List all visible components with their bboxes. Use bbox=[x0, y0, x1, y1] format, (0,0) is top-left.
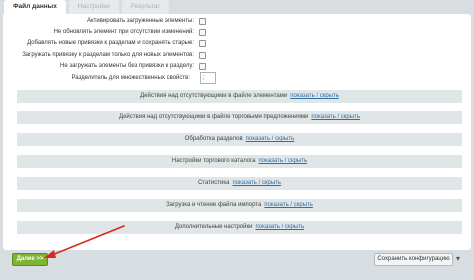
section-title: Дополнительные настройки bbox=[174, 224, 253, 230]
skip-unchanged-checkbox[interactable] bbox=[199, 29, 206, 36]
tab-result[interactable]: Результат bbox=[121, 0, 170, 14]
links-new-only-checkbox[interactable] bbox=[199, 52, 206, 59]
option-label: Активировать загруженные элементы: bbox=[86, 18, 194, 24]
section-title: Загрузка и чтение файла импорта bbox=[166, 202, 262, 208]
toggle-link[interactable]: показать / скрыть bbox=[246, 136, 295, 142]
option-label: Загружать привязку к разделам только для… bbox=[22, 52, 194, 58]
separator-label: Разделитель для множественных свойств: bbox=[71, 75, 191, 81]
save-config-button[interactable]: Сохранить конфигурацию bbox=[374, 253, 453, 266]
separator-input[interactable]: ; bbox=[200, 72, 216, 84]
skip-no-section-checkbox[interactable] bbox=[199, 63, 206, 70]
section-title: Обработка разделов bbox=[184, 136, 243, 142]
toggle-link[interactable]: показать / скрыть bbox=[290, 93, 339, 99]
toggle-link[interactable]: показать / скрыть bbox=[264, 202, 313, 208]
section-title: Действия над отсутствующими в файле элем… bbox=[140, 93, 288, 99]
section-title: Настройки торгового каталога bbox=[171, 158, 256, 164]
toggle-link[interactable]: показать / скрыть bbox=[259, 158, 308, 164]
option-add-section-links: Добавлять новые привязки к разделам и со… bbox=[3, 38, 207, 48]
section-statistics: Статистика показать / скрыть bbox=[17, 177, 462, 190]
add-section-links-checkbox[interactable] bbox=[199, 40, 206, 47]
section-missing-offers: Действия над отсутствующими в файле торг… bbox=[17, 111, 462, 124]
tab-bar: Файл данных Настройки Результат bbox=[4, 0, 172, 14]
option-links-new-only: Загружать привязку к разделам только для… bbox=[3, 50, 207, 60]
separator-row: Разделитель для множественных свойств: ; bbox=[3, 72, 216, 84]
footer-bar: Далее >> Сохранить конфигурацию ▾ bbox=[0, 250, 474, 280]
chevron-down-icon[interactable]: ▾ bbox=[456, 255, 460, 263]
section-title: Действия над отсутствующими в файле торг… bbox=[119, 114, 309, 120]
section-catalog-settings: Настройки торгового каталога показать / с… bbox=[17, 155, 462, 168]
toggle-link[interactable]: показать / скрыть bbox=[255, 224, 304, 230]
option-label: Добавлять новые привязки к разделам и со… bbox=[27, 40, 194, 46]
next-button[interactable]: Далее >> bbox=[12, 253, 48, 266]
section-processing: Обработка разделов показать / скрыть bbox=[17, 133, 462, 146]
settings-panel: Активировать загруженные элементы: Не об… bbox=[3, 14, 471, 250]
toggle-link[interactable]: показать / скрыть bbox=[232, 180, 281, 186]
activate-loaded-checkbox[interactable] bbox=[199, 18, 206, 25]
option-skip-unchanged: Не обновлять элемент при отсутствии изме… bbox=[3, 27, 207, 37]
section-additional-settings: Дополнительные настройки показать / скрыт… bbox=[17, 221, 462, 234]
section-import-file: Загрузка и чтение файла импорта показать … bbox=[17, 199, 462, 212]
tab-settings[interactable]: Настройки bbox=[68, 0, 119, 14]
option-activate-loaded: Активировать загруженные элементы: bbox=[3, 16, 207, 26]
toggle-link[interactable]: показать / скрыть bbox=[311, 114, 360, 120]
section-title: Статистика bbox=[197, 180, 230, 186]
option-label: Не обновлять элемент при отсутствии изме… bbox=[53, 29, 194, 35]
option-label: Не загружать элементы без привязки к раз… bbox=[60, 63, 194, 69]
tab-data-file[interactable]: Файл данных bbox=[4, 0, 66, 14]
option-skip-no-section: Не загружать элементы без привязки к раз… bbox=[3, 61, 207, 71]
section-missing-elements: Действия над отсутствующими в файле элем… bbox=[17, 90, 462, 103]
